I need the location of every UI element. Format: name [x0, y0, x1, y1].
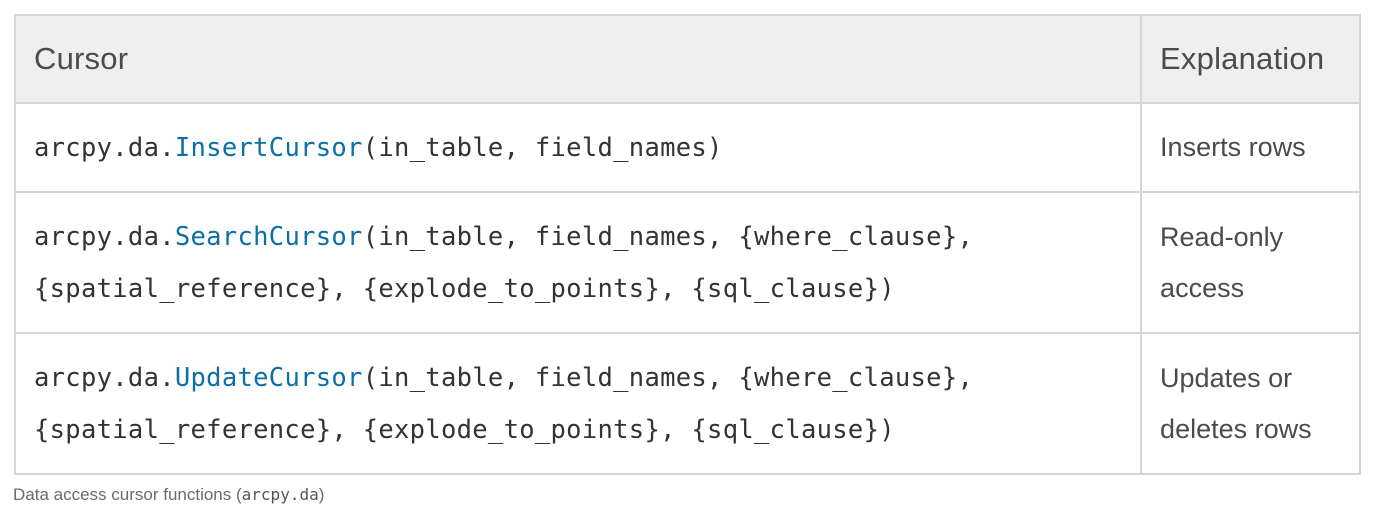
cursor-signature-cell: arcpy.da.UpdateCursor(in_table, field_na… — [13, 332, 1143, 475]
explanation-cell: Read-only access — [1140, 191, 1361, 334]
cursor-functions-table: Cursor Explanation arcpy.da.InsertCursor… — [13, 14, 1361, 475]
table-container: Cursor Explanation arcpy.da.InsertCursor… — [13, 14, 1361, 505]
function-name: UpdateCursor — [174, 362, 363, 393]
explanation-cell: Inserts rows — [1140, 102, 1361, 193]
table-row: arcpy.da.SearchCursor(in_table, field_na… — [13, 191, 1361, 334]
code-prefix: arcpy.da. — [34, 221, 175, 252]
table-row: arcpy.da.InsertCursor(in_table, field_na… — [13, 102, 1361, 193]
table-header-row: Cursor Explanation — [13, 14, 1361, 104]
explanation-cell: Updates or deletes rows — [1140, 332, 1361, 475]
function-name: InsertCursor — [174, 132, 363, 163]
cursor-signature-cell: arcpy.da.SearchCursor(in_table, field_na… — [13, 191, 1143, 334]
column-header-cursor: Cursor — [13, 14, 1143, 104]
function-args: (in_table, field_names, {where_clause}, — [362, 362, 974, 393]
caption-close: ) — [318, 485, 325, 504]
cursor-signature-cell: arcpy.da.InsertCursor(in_table, field_na… — [13, 102, 1143, 193]
code-prefix: arcpy.da. — [34, 132, 175, 163]
function-name: SearchCursor — [174, 221, 363, 252]
column-header-explanation: Explanation — [1140, 14, 1361, 104]
function-args-continued: {spatial_reference}, {explode_to_points}… — [34, 414, 895, 445]
caption-code: arcpy.da — [241, 485, 319, 504]
code-prefix: arcpy.da. — [34, 362, 175, 393]
function-args: (in_table, field_names) — [362, 132, 723, 163]
function-args: (in_table, field_names, {where_clause}, — [362, 221, 974, 252]
caption-text: Data access cursor functions ( — [13, 485, 242, 504]
function-args-continued: {spatial_reference}, {explode_to_points}… — [34, 273, 895, 304]
table-caption: Data access cursor functions (arcpy.da) — [13, 485, 1361, 505]
table-row: arcpy.da.UpdateCursor(in_table, field_na… — [13, 332, 1361, 475]
